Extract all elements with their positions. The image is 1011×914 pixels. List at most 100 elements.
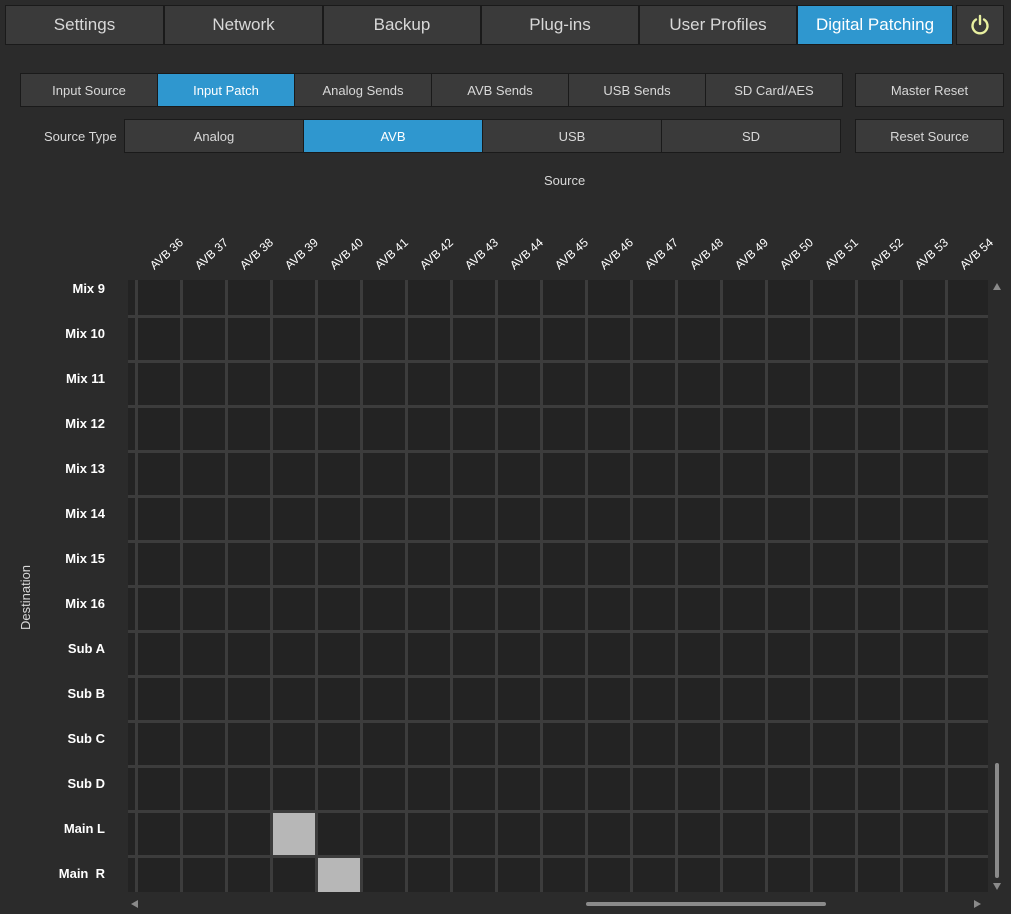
patch-cell[interactable] bbox=[408, 543, 450, 585]
patch-cell[interactable] bbox=[318, 723, 360, 765]
patch-cell[interactable] bbox=[588, 543, 630, 585]
patch-cell[interactable] bbox=[128, 318, 135, 360]
patch-cell[interactable] bbox=[903, 588, 945, 630]
patch-cell[interactable] bbox=[813, 723, 855, 765]
patch-cell[interactable] bbox=[588, 588, 630, 630]
patch-cell[interactable] bbox=[768, 768, 810, 810]
patch-cell[interactable] bbox=[813, 363, 855, 405]
patch-cell[interactable] bbox=[723, 363, 765, 405]
patch-cell[interactable] bbox=[858, 498, 900, 540]
patch-cell[interactable] bbox=[858, 453, 900, 495]
patch-cell[interactable] bbox=[633, 280, 675, 315]
patch-cell[interactable] bbox=[948, 318, 988, 360]
patch-cell[interactable] bbox=[768, 363, 810, 405]
patch-cell[interactable] bbox=[183, 813, 225, 855]
patch-cell[interactable] bbox=[678, 768, 720, 810]
patch-cell[interactable] bbox=[363, 280, 405, 315]
patch-cell[interactable] bbox=[768, 858, 810, 892]
patch-cell[interactable] bbox=[588, 453, 630, 495]
patch-cell[interactable] bbox=[128, 723, 135, 765]
patch-cell[interactable] bbox=[813, 280, 855, 315]
patch-cell[interactable] bbox=[543, 813, 585, 855]
patch-cell[interactable] bbox=[678, 858, 720, 892]
patch-cell[interactable] bbox=[138, 453, 180, 495]
patch-cell[interactable] bbox=[273, 723, 315, 765]
patch-cell[interactable] bbox=[813, 858, 855, 892]
patch-cell[interactable] bbox=[128, 408, 135, 450]
patch-cell[interactable] bbox=[183, 633, 225, 675]
patch-cell[interactable] bbox=[363, 318, 405, 360]
patch-cell[interactable] bbox=[318, 453, 360, 495]
patch-cell[interactable] bbox=[228, 318, 270, 360]
patch-cell[interactable] bbox=[543, 363, 585, 405]
patch-cell[interactable] bbox=[858, 678, 900, 720]
patch-cell[interactable] bbox=[903, 280, 945, 315]
patch-cell[interactable] bbox=[228, 768, 270, 810]
patch-cell[interactable] bbox=[363, 858, 405, 892]
patch-cell[interactable] bbox=[723, 498, 765, 540]
patch-cell[interactable] bbox=[813, 318, 855, 360]
patch-cell[interactable] bbox=[453, 813, 495, 855]
patch-cell[interactable] bbox=[858, 858, 900, 892]
patch-cell[interactable] bbox=[678, 453, 720, 495]
patch-cell[interactable] bbox=[543, 318, 585, 360]
patch-cell[interactable] bbox=[813, 408, 855, 450]
patch-cell[interactable] bbox=[543, 678, 585, 720]
patch-cell[interactable] bbox=[228, 813, 270, 855]
patch-cell[interactable] bbox=[138, 678, 180, 720]
patch-cell[interactable] bbox=[633, 453, 675, 495]
patch-cell[interactable] bbox=[273, 588, 315, 630]
patch-cell[interactable] bbox=[363, 723, 405, 765]
patch-cell[interactable] bbox=[678, 678, 720, 720]
patch-cell[interactable] bbox=[543, 723, 585, 765]
patch-cell[interactable] bbox=[453, 363, 495, 405]
patch-cell[interactable] bbox=[498, 453, 540, 495]
patch-cell[interactable] bbox=[408, 678, 450, 720]
patch-cell[interactable] bbox=[183, 318, 225, 360]
patch-cell[interactable] bbox=[948, 280, 988, 315]
patch-cell[interactable] bbox=[768, 498, 810, 540]
patch-cell[interactable] bbox=[363, 588, 405, 630]
patch-cell[interactable] bbox=[138, 858, 180, 892]
patch-cell[interactable] bbox=[858, 723, 900, 765]
patch-cell[interactable] bbox=[498, 363, 540, 405]
patch-cell[interactable] bbox=[723, 408, 765, 450]
patch-cell[interactable] bbox=[723, 813, 765, 855]
patch-cell[interactable] bbox=[633, 498, 675, 540]
patch-cell[interactable] bbox=[633, 363, 675, 405]
patch-cell[interactable] bbox=[723, 858, 765, 892]
patch-cell[interactable] bbox=[228, 498, 270, 540]
patch-cell[interactable] bbox=[768, 678, 810, 720]
horizontal-scrollbar[interactable] bbox=[128, 896, 988, 910]
patch-cell[interactable] bbox=[588, 363, 630, 405]
patch-cell[interactable] bbox=[633, 723, 675, 765]
patch-cell[interactable] bbox=[858, 768, 900, 810]
patch-cell[interactable] bbox=[768, 543, 810, 585]
patch-cell[interactable] bbox=[903, 498, 945, 540]
patch-cell[interactable] bbox=[228, 280, 270, 315]
patch-cell[interactable] bbox=[633, 408, 675, 450]
patch-cell[interactable] bbox=[363, 678, 405, 720]
patch-cell[interactable] bbox=[273, 408, 315, 450]
patch-cell[interactable] bbox=[813, 678, 855, 720]
patch-cell[interactable] bbox=[768, 408, 810, 450]
patch-cell[interactable] bbox=[183, 408, 225, 450]
patch-cell[interactable] bbox=[138, 543, 180, 585]
patch-cell[interactable] bbox=[318, 498, 360, 540]
patch-cell[interactable] bbox=[498, 588, 540, 630]
patch-cell[interactable] bbox=[453, 318, 495, 360]
patch-cell[interactable] bbox=[408, 768, 450, 810]
patch-cell[interactable] bbox=[678, 318, 720, 360]
patch-cell[interactable] bbox=[543, 588, 585, 630]
patch-cell[interactable] bbox=[128, 813, 135, 855]
patch-cell[interactable] bbox=[948, 723, 988, 765]
patch-cell[interactable] bbox=[183, 280, 225, 315]
patch-cell[interactable] bbox=[498, 678, 540, 720]
patch-cell[interactable] bbox=[903, 318, 945, 360]
patch-cell[interactable] bbox=[723, 768, 765, 810]
patch-cell[interactable] bbox=[903, 858, 945, 892]
patch-cell[interactable] bbox=[723, 453, 765, 495]
patch-cell[interactable] bbox=[363, 813, 405, 855]
patch-cell[interactable] bbox=[498, 723, 540, 765]
patch-cell[interactable] bbox=[318, 408, 360, 450]
